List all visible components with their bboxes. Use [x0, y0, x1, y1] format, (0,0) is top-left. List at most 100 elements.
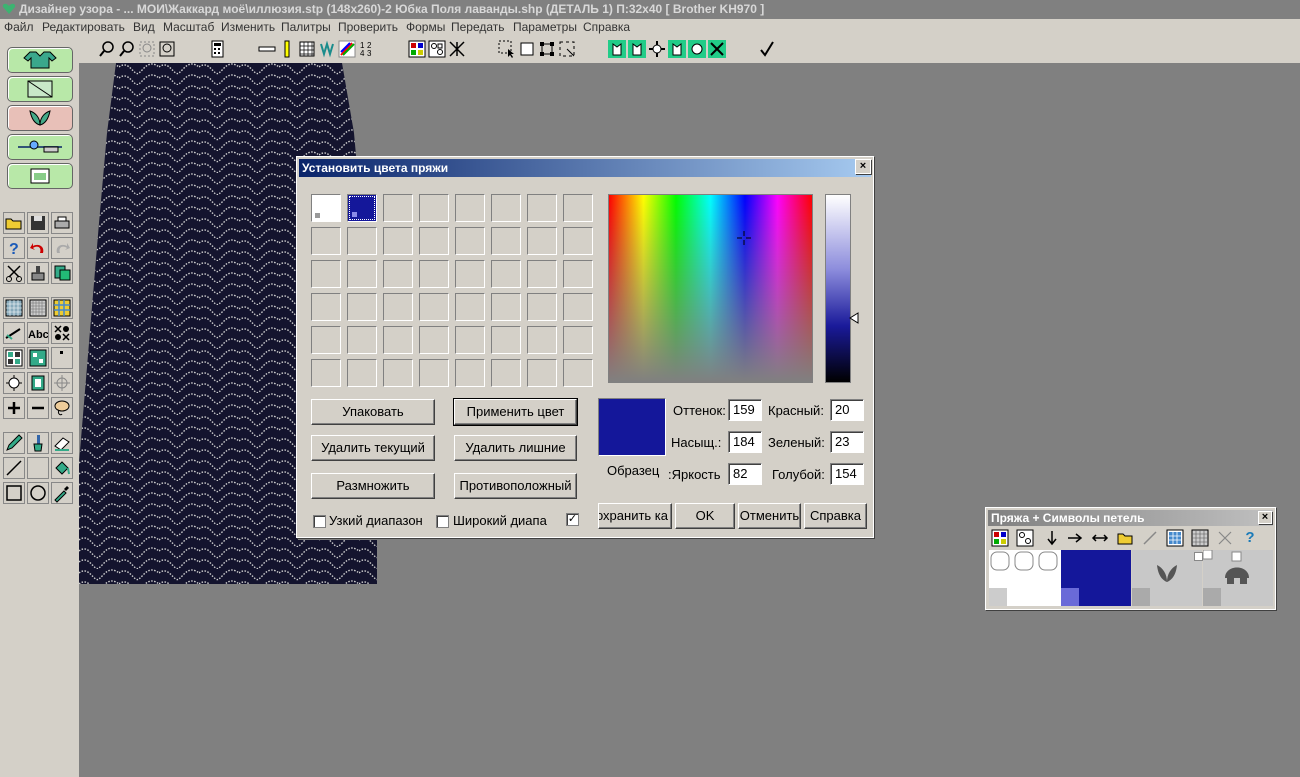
- multiply-button[interactable]: Размножить: [311, 473, 435, 499]
- symbol-grid-icon[interactable]: [428, 40, 446, 58]
- eraser-tool[interactable]: [51, 432, 73, 454]
- brush-tool[interactable]: [27, 432, 49, 454]
- yarn-panel-close-button[interactable]: ×: [1258, 511, 1272, 524]
- pattern-button[interactable]: [7, 76, 73, 102]
- folder-icon[interactable]: [1116, 529, 1134, 547]
- select-dashed-icon[interactable]: [558, 40, 576, 58]
- menu-view[interactable]: Вид: [133, 20, 155, 34]
- hue-saturation-spectrum[interactable]: [608, 194, 813, 383]
- menu-help[interactable]: Справка: [583, 20, 630, 34]
- shape-3-icon[interactable]: [668, 40, 686, 58]
- yarn-color-slot[interactable]: [347, 227, 377, 255]
- text-tool[interactable]: Abc: [27, 322, 49, 344]
- yarn-cell-cap-symbol[interactable]: [1202, 549, 1273, 606]
- yarn-color-slot[interactable]: [419, 326, 449, 354]
- yarn-color-slot[interactable]: [455, 227, 485, 255]
- mirror-tool[interactable]: [27, 347, 49, 369]
- fine-grid-tool[interactable]: [27, 297, 49, 319]
- zoom-window-icon[interactable]: [158, 40, 176, 58]
- help-tool[interactable]: ?: [3, 237, 25, 259]
- grid-view-icon[interactable]: [1191, 529, 1209, 547]
- calculator-icon[interactable]: [208, 40, 226, 58]
- menu-check[interactable]: Проверить: [338, 20, 398, 34]
- zoom-in-icon[interactable]: [98, 40, 116, 58]
- yarn-color-slot[interactable]: [527, 359, 557, 387]
- disabled-tool-icon[interactable]: [1141, 529, 1159, 547]
- line-tool[interactable]: [3, 457, 25, 479]
- open-folder-tool[interactable]: [3, 212, 25, 234]
- yarn-color-slot[interactable]: [491, 227, 521, 255]
- third-option-checkbox[interactable]: ✓: [566, 513, 579, 526]
- garment-button[interactable]: [7, 47, 73, 73]
- yarn-color-slot[interactable]: [491, 326, 521, 354]
- yarn-color-slot[interactable]: [347, 326, 377, 354]
- blue-input[interactable]: 154: [830, 463, 864, 485]
- yarn-color-slot[interactable]: [563, 359, 593, 387]
- wide-range-checkbox[interactable]: [436, 515, 449, 528]
- copy-tool[interactable]: [27, 262, 49, 284]
- yarn-color-slot[interactable]: [347, 194, 377, 222]
- cross-icon[interactable]: [448, 40, 466, 58]
- zoom-out-icon[interactable]: [118, 40, 136, 58]
- luminance-bar[interactable]: [825, 194, 851, 383]
- remove-tool[interactable]: [27, 397, 49, 419]
- yarn-color-slot[interactable]: [311, 227, 341, 255]
- opposite-button[interactable]: Противоположный: [454, 473, 577, 499]
- yarn-color-slot[interactable]: [455, 359, 485, 387]
- repeat-tool[interactable]: [3, 347, 25, 369]
- shape-2-icon[interactable]: [628, 40, 646, 58]
- color-grid-tool[interactable]: [51, 297, 73, 319]
- stitch-icon[interactable]: [318, 40, 336, 58]
- yarn-color-slot[interactable]: [455, 260, 485, 288]
- yarn-color-slot[interactable]: [419, 194, 449, 222]
- yarn-color-slot[interactable]: [563, 227, 593, 255]
- text-path-tool[interactable]: [3, 322, 25, 344]
- yarn-color-slot[interactable]: [311, 194, 341, 222]
- yarn-color-slot[interactable]: [527, 293, 557, 321]
- ok-button[interactable]: OK: [675, 503, 735, 529]
- yarn-color-slot[interactable]: [383, 326, 413, 354]
- yarn-color-slot[interactable]: [311, 326, 341, 354]
- shape-5-icon[interactable]: [708, 40, 726, 58]
- yarn-color-slot[interactable]: [563, 326, 593, 354]
- ellipse-tool[interactable]: [27, 482, 49, 504]
- undo-tool[interactable]: [27, 237, 49, 259]
- menu-palettes[interactable]: Палитры: [281, 20, 331, 34]
- symbols-icon[interactable]: 1243: [358, 40, 376, 58]
- menu-zoom[interactable]: Масштаб: [163, 20, 214, 34]
- paste-tool[interactable]: [51, 262, 73, 284]
- green-input[interactable]: 23: [830, 431, 864, 453]
- luminance-slider-arrow-icon[interactable]: [849, 312, 859, 324]
- yarn-color-slot[interactable]: [347, 260, 377, 288]
- apply-color-button[interactable]: Применить цвет: [453, 398, 578, 426]
- select-handles-icon[interactable]: [538, 40, 556, 58]
- yarn-color-slot[interactable]: [563, 293, 593, 321]
- rainbow-palette-icon[interactable]: [338, 40, 356, 58]
- menu-file[interactable]: Файл: [4, 20, 34, 34]
- help-question-icon[interactable]: ?: [1241, 529, 1259, 547]
- empty-tool[interactable]: [27, 457, 49, 479]
- yarn-cell-leaf-symbol[interactable]: [1132, 550, 1202, 606]
- yarn-color-slot[interactable]: [455, 326, 485, 354]
- yarn-color-slot[interactable]: [419, 293, 449, 321]
- select-rect-icon[interactable]: [518, 40, 536, 58]
- lasso-tool[interactable]: [51, 397, 73, 419]
- yarn-color-slot[interactable]: [563, 260, 593, 288]
- yarn-color-slot[interactable]: [455, 293, 485, 321]
- pencil-tool[interactable]: [3, 432, 25, 454]
- yarn-color-slot[interactable]: [527, 227, 557, 255]
- cancel-button[interactable]: Отменить: [738, 503, 801, 529]
- yarn-color-slot[interactable]: [383, 260, 413, 288]
- cut-tool[interactable]: [3, 262, 25, 284]
- dot-tool[interactable]: [51, 347, 73, 369]
- yarn-color-slot[interactable]: [419, 260, 449, 288]
- select-arrow-icon[interactable]: [498, 40, 516, 58]
- eyedropper-tool[interactable]: [51, 482, 73, 504]
- yarn-color-slot[interactable]: [563, 194, 593, 222]
- grid-icon[interactable]: [298, 40, 316, 58]
- save-palette-button[interactable]: охранить ка: [598, 503, 672, 529]
- add-tool[interactable]: [3, 397, 25, 419]
- zoom-fit-icon[interactable]: [138, 40, 156, 58]
- yarn-color-slot[interactable]: [527, 260, 557, 288]
- yarn-color-slot[interactable]: [383, 227, 413, 255]
